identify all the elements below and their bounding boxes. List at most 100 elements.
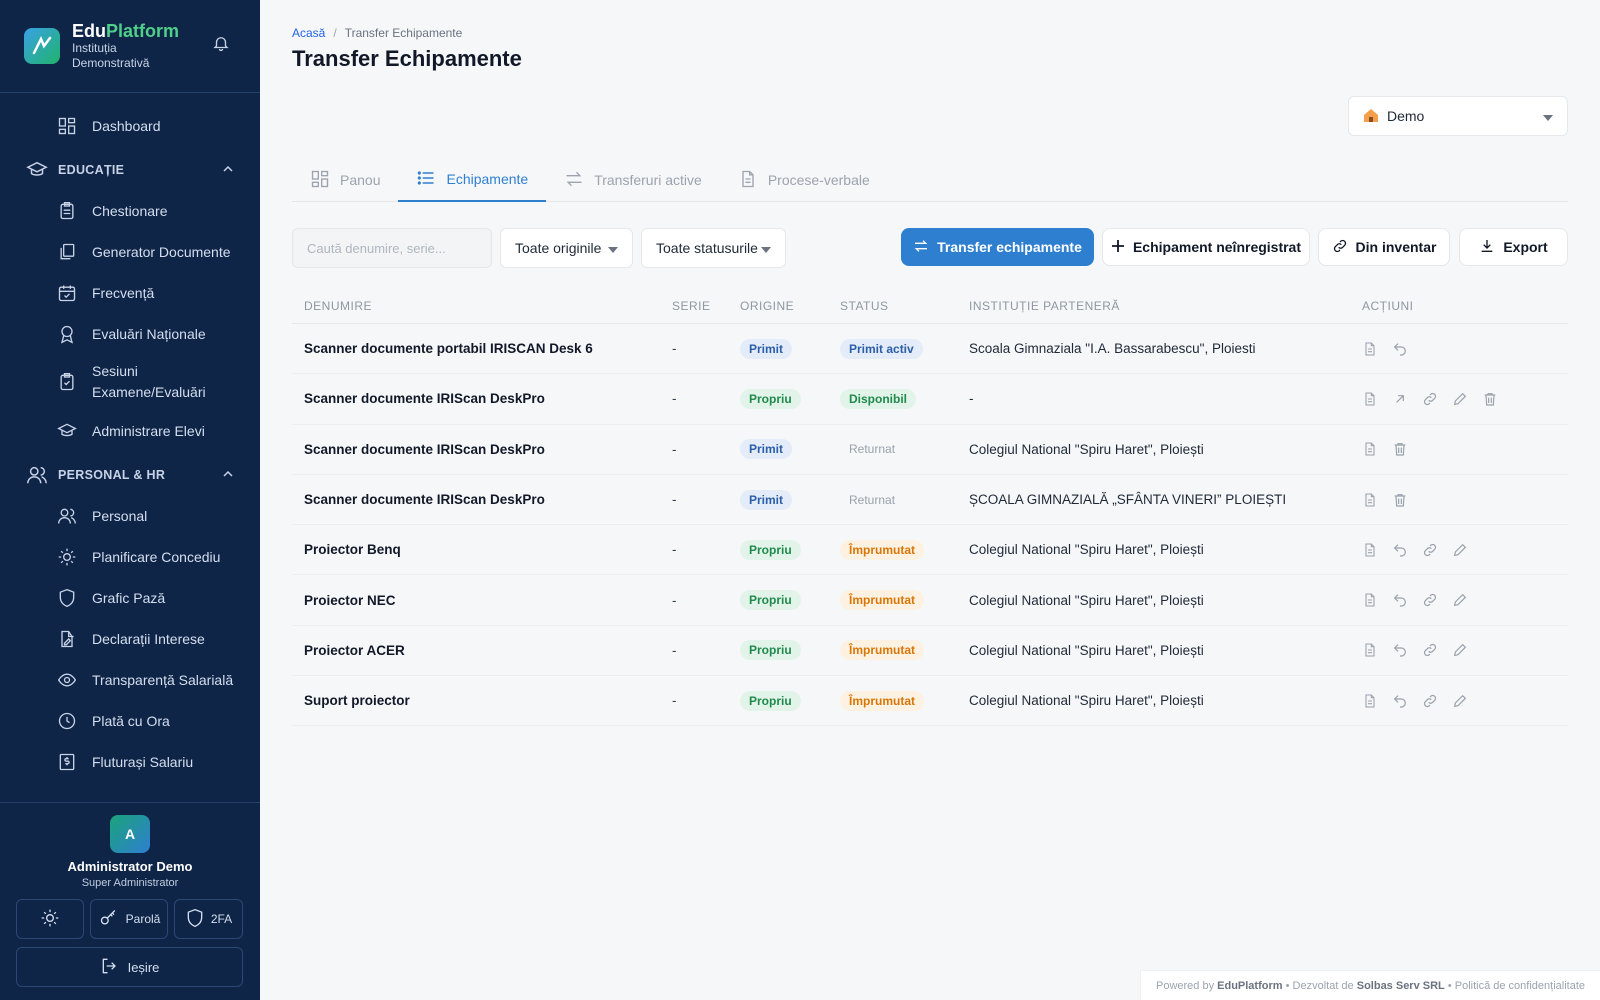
sidebar-section-education[interactable]: EDUCAȚIE [0,150,260,190]
return-icon[interactable] [1392,542,1408,558]
from-inventory-button[interactable]: Din inventar [1318,228,1450,266]
pencil-icon[interactable] [1452,693,1468,709]
origin-badge: Propriu [740,590,801,611]
origin-badge: Propriu [740,640,801,661]
sidebar-item-planificare-concediu[interactable]: Planificare Concediu [0,536,260,577]
sidebar-item-grafic-paza[interactable]: Grafic Pază [0,577,260,618]
equipment-name: Scanner documente IRIScan DeskPro [304,391,545,407]
document-icon[interactable] [1362,592,1378,608]
return-icon[interactable] [1392,642,1408,658]
graduation-cap-icon [56,420,78,442]
table-row[interactable]: Scanner documente IRIScan DeskPro - Prim… [292,425,1568,475]
eye-icon [56,669,78,691]
link-icon[interactable] [1422,592,1438,608]
sidebar-item-declaratii-interese[interactable]: Declarații Interese [0,618,260,659]
sidebar-item-evaluari-nationale[interactable]: Evaluări Naționale [0,313,260,354]
pencil-icon[interactable] [1452,391,1468,407]
sidebar-item-transparenta-salariala[interactable]: Transparență Salarială [0,659,260,700]
sidebar-item-chestionare[interactable]: Chestionare [0,190,260,231]
sidebar-item-dashboard[interactable]: Dashboard [0,105,260,146]
document-icon[interactable] [1362,492,1378,508]
sidebar-item-generator-documente[interactable]: Generator Documente [0,231,260,272]
partner-institution: ȘCOALA GIMNAZIALĂ „SFÂNTA VINERI” PLOIEȘ… [969,492,1287,508]
tab-procese-verbale[interactable]: Procese-verbale [720,158,888,202]
arrow-up-right-icon[interactable] [1392,391,1408,407]
equipment-serial: - [672,693,677,709]
sidebar-item-frecventa[interactable]: Frecvență [0,272,260,313]
return-icon[interactable] [1392,341,1408,357]
document-icon[interactable] [1362,391,1378,407]
table-row[interactable]: Scanner documente IRIScan DeskPro - Prim… [292,475,1568,526]
twofa-button[interactable]: 2FA [174,899,243,939]
trash-icon[interactable] [1392,441,1408,457]
users-icon [56,505,78,527]
trash-icon[interactable] [1482,391,1498,407]
breadcrumb-home-link[interactable]: Acasă [292,26,325,40]
link-icon[interactable] [1422,542,1438,558]
tab-echipamente[interactable]: Echipamente [398,158,547,202]
document-icon[interactable] [1362,642,1378,658]
column-header-serial[interactable]: SERIE [672,299,740,313]
document-icon[interactable] [1362,693,1378,709]
theme-toggle-button[interactable] [16,899,84,939]
unregistered-equipment-button[interactable]: Echipament neînregistrat [1102,228,1310,266]
app-logo[interactable] [24,28,60,64]
footer-company-link[interactable]: Solbas Serv SRL [1357,980,1445,992]
equipment-name: Proiector NEC [304,592,396,608]
partner-institution: Colegiul National "Spiru Haret", Ploieșt… [969,542,1204,558]
table-row[interactable]: Proiector Benq - Propriu Împrumutat Cole… [292,525,1568,576]
pencil-icon[interactable] [1452,542,1468,558]
sidebar-section-personal-hr[interactable]: PERSONAL & HR [0,455,260,495]
column-header-actions: ACȚIUNI [1362,298,1414,313]
sidebar-item-sesiuni[interactable]: Sesiuni Examene/Evaluări [0,354,260,410]
sidebar: EduPlatform Instituția Demonstrativă Das… [0,0,260,1000]
partner-institution: Colegiul National "Spiru Haret", Ploieșt… [969,693,1204,709]
link-icon [1332,238,1348,257]
export-button[interactable]: Export [1459,228,1568,266]
transfer-equipment-button[interactable]: Transfer echipamente [901,228,1094,266]
privacy-policy-link[interactable]: • Politică de confidențialitate [1448,980,1585,992]
table-row[interactable]: Proiector ACER - Propriu Împrumutat Cole… [292,626,1568,677]
return-icon[interactable] [1392,592,1408,608]
avatar[interactable]: A [110,815,150,853]
logout-button[interactable]: Ieșire [16,947,243,987]
footer-brand-link[interactable]: EduPlatform [1217,980,1282,992]
table-row[interactable]: Proiector NEC - Propriu Împrumutat Coleg… [292,575,1568,626]
return-icon[interactable] [1392,693,1408,709]
tab-panou[interactable]: Panou [292,158,398,202]
link-icon[interactable] [1422,693,1438,709]
password-button[interactable]: Parolă [90,899,168,939]
bell-icon[interactable] [212,34,230,55]
pencil-icon[interactable] [1452,592,1468,608]
caret-down-icon [761,240,771,256]
column-header-partner[interactable]: INSTITUȚIE PARTENERĂ [969,299,1362,313]
status-filter-select[interactable]: Toate statusurile [641,228,786,268]
sidebar-item-administrare-elevi[interactable]: Administrare Elevi [0,410,260,451]
chevron-up-icon [222,163,234,178]
column-header-name[interactable]: DENUMIRE [292,299,672,313]
institution-select[interactable]: Demo [1348,96,1568,136]
tab-transferuri-active[interactable]: Transferuri active [546,158,720,202]
sidebar-item-personal[interactable]: Personal [0,495,260,536]
document-icon[interactable] [1362,341,1378,357]
equipment-serial: - [672,492,677,508]
column-header-status[interactable]: STATUS [840,299,969,313]
pencil-icon[interactable] [1452,642,1468,658]
partner-institution: - [969,391,974,407]
trash-icon[interactable] [1392,492,1408,508]
sidebar-item-plata-cu-ora[interactable]: Plată cu Ora [0,700,260,741]
link-icon[interactable] [1422,391,1438,407]
document-icon[interactable] [1362,441,1378,457]
link-icon[interactable] [1422,642,1438,658]
table-row[interactable]: Suport proiector - Propriu Împrumutat Co… [292,676,1568,727]
document-icon[interactable] [1362,542,1378,558]
sidebar-item-fluturasi-salariu[interactable]: Fluturași Salariu [0,741,260,782]
column-header-origin[interactable]: ORIGINE [740,299,840,313]
origin-filter-select[interactable]: Toate originile [500,228,633,268]
search-input[interactable] [292,228,492,268]
table-row[interactable]: Scanner documente portabil IRISCAN Desk … [292,324,1568,375]
document-edit-icon [56,628,78,650]
table-row[interactable]: Scanner documente IRIScan DeskPro - Prop… [292,374,1568,425]
caret-down-icon [1543,108,1553,124]
equipment-serial: - [672,341,677,357]
